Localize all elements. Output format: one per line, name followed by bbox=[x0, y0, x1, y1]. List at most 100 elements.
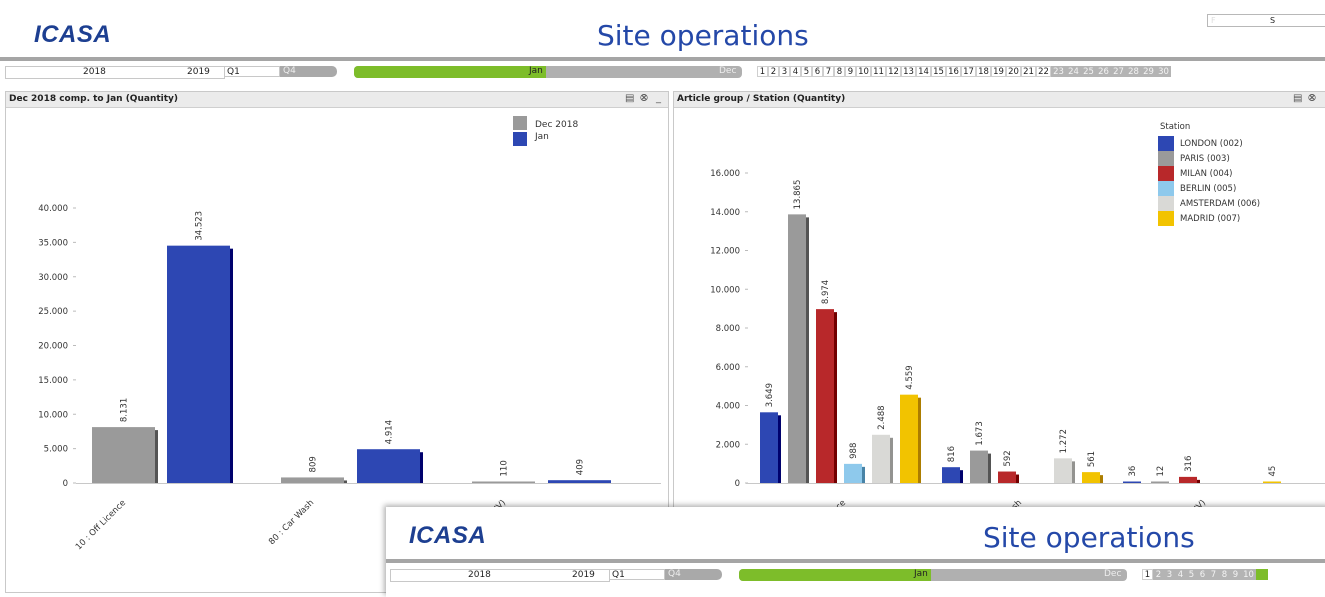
overlay-day-6[interactable]: 6 bbox=[1197, 569, 1208, 580]
overlay-icasa-logo: ICASA bbox=[409, 522, 487, 549]
legend-label: Jan bbox=[534, 132, 549, 142]
day-5[interactable]: 5 bbox=[801, 66, 812, 77]
day-27[interactable]: 27 bbox=[1111, 66, 1126, 77]
year-range-selector[interactable]: 2018 2019 bbox=[5, 66, 225, 79]
data-label: 592 bbox=[1003, 450, 1013, 466]
overlay-day-1[interactable]: 1 bbox=[1142, 569, 1153, 580]
top-right-toggle[interactable]: F S bbox=[1207, 14, 1325, 27]
export-icon[interactable]: ▤ bbox=[1293, 94, 1302, 104]
overlay-day-8[interactable]: 8 bbox=[1219, 569, 1230, 580]
legend-swatch bbox=[1158, 181, 1174, 196]
day-28[interactable]: 28 bbox=[1126, 66, 1141, 77]
legend-swatch bbox=[1158, 136, 1174, 151]
y-tick-label: 40.000 bbox=[38, 204, 68, 214]
quarter-q1[interactable]: Q1 bbox=[224, 66, 280, 77]
bar bbox=[788, 214, 806, 483]
day-13[interactable]: 13 bbox=[901, 66, 916, 77]
minimize-icon[interactable]: _ bbox=[656, 94, 661, 104]
overlay-quarter-q4[interactable]: Q4 bbox=[665, 569, 722, 580]
year-to[interactable]: 2019 bbox=[187, 67, 210, 77]
day-3[interactable]: 3 bbox=[779, 66, 790, 77]
export-icon[interactable]: ▤ bbox=[625, 94, 634, 104]
day-16[interactable]: 16 bbox=[946, 66, 961, 77]
overlay-day-2[interactable]: 2 bbox=[1153, 569, 1164, 580]
day-10[interactable]: 10 bbox=[856, 66, 871, 77]
data-label: 13.865 bbox=[793, 180, 803, 210]
day-11[interactable]: 11 bbox=[871, 66, 886, 77]
overlay-month-slider[interactable]: Jan Dec bbox=[739, 569, 1127, 581]
data-label: 3.649 bbox=[765, 383, 775, 407]
data-label: 409 bbox=[576, 459, 586, 475]
day-23[interactable]: 23 bbox=[1051, 66, 1066, 77]
quarter-q4[interactable]: Q4 bbox=[280, 66, 337, 77]
day-14[interactable]: 14 bbox=[916, 66, 931, 77]
day-4[interactable]: 4 bbox=[790, 66, 801, 77]
bar bbox=[167, 245, 230, 483]
day-29[interactable]: 29 bbox=[1141, 66, 1156, 77]
legend-swatch bbox=[513, 132, 527, 146]
day-17[interactable]: 17 bbox=[961, 66, 976, 77]
clear-selection-icon[interactable]: ⮿ bbox=[640, 94, 648, 104]
day-15[interactable]: 15 bbox=[931, 66, 946, 77]
filter-bar: 2018 2019 Q1 Q4 Jan Dec 1 2 3 4 5 6 7 8 9 10 11 12 1… bbox=[0, 66, 1325, 79]
y-tick-label: 16.000 bbox=[710, 169, 740, 179]
day-18[interactable]: 18 bbox=[976, 66, 991, 77]
legend-label: LONDON (002) bbox=[1180, 139, 1243, 149]
overlay-year-to[interactable]: 2019 bbox=[572, 570, 595, 580]
day-22[interactable]: 22 bbox=[1036, 66, 1051, 77]
data-label: 4.559 bbox=[905, 365, 915, 389]
day-24[interactable]: 24 bbox=[1066, 66, 1081, 77]
overlay-day-5[interactable]: 5 bbox=[1186, 569, 1197, 580]
y-tick-label: 10.000 bbox=[38, 410, 68, 420]
overlay-day-10[interactable]: 10 bbox=[1241, 569, 1256, 580]
legend-label: MADRID (007) bbox=[1180, 214, 1240, 224]
overlay-quarter-q1[interactable]: Q1 bbox=[609, 569, 665, 580]
y-tick-label: 0 bbox=[735, 479, 740, 489]
day-9[interactable]: 9 bbox=[845, 66, 856, 77]
day-21[interactable]: 21 bbox=[1021, 66, 1036, 77]
y-tick-label: 0 bbox=[63, 479, 68, 489]
bar bbox=[1123, 481, 1141, 483]
day-1[interactable]: 1 bbox=[757, 66, 768, 77]
header-divider bbox=[0, 57, 1325, 61]
day-8[interactable]: 8 bbox=[834, 66, 845, 77]
month-slider[interactable]: Jan Dec bbox=[354, 66, 742, 78]
panel-title: Dec 2018 comp. to Jan (Quantity) bbox=[9, 94, 179, 104]
month-last-label: Dec bbox=[719, 66, 737, 76]
day-25[interactable]: 25 bbox=[1081, 66, 1096, 77]
overlay-month-slider-fill bbox=[739, 569, 931, 581]
data-label: 809 bbox=[309, 456, 319, 472]
day-7[interactable]: 7 bbox=[823, 66, 834, 77]
x-category-label: 80 : Car Wash bbox=[267, 498, 316, 547]
data-label: 36 bbox=[1128, 466, 1138, 477]
day-20[interactable]: 20 bbox=[1006, 66, 1021, 77]
overlay-day-3[interactable]: 3 bbox=[1164, 569, 1175, 580]
bar bbox=[970, 450, 988, 483]
data-label: 12 bbox=[1156, 466, 1166, 477]
data-label: 1.673 bbox=[975, 421, 985, 445]
day-12[interactable]: 12 bbox=[886, 66, 901, 77]
day-19[interactable]: 19 bbox=[991, 66, 1006, 77]
overlay-day-4[interactable]: 4 bbox=[1175, 569, 1186, 580]
year-from[interactable]: 2018 bbox=[83, 67, 106, 77]
overlay-year-range-selector[interactable]: 2018 2019 bbox=[390, 569, 610, 582]
legend-swatch bbox=[513, 116, 527, 130]
y-tick-label: 35.000 bbox=[38, 238, 68, 248]
overlay-day-more[interactable] bbox=[1256, 569, 1268, 580]
bar bbox=[816, 309, 834, 483]
overlay-day-7[interactable]: 7 bbox=[1208, 569, 1219, 580]
panel-title: Article group / Station (Quantity) bbox=[677, 94, 846, 104]
overlay-divider bbox=[386, 559, 1325, 563]
overlay-day-9[interactable]: 9 bbox=[1230, 569, 1241, 580]
bar bbox=[942, 467, 960, 483]
day-26[interactable]: 26 bbox=[1096, 66, 1111, 77]
overlay-year-from[interactable]: 2018 bbox=[468, 570, 491, 580]
legend-label: PARIS (003) bbox=[1180, 154, 1230, 164]
day-2[interactable]: 2 bbox=[768, 66, 779, 77]
day-30[interactable]: 30 bbox=[1156, 66, 1171, 77]
icasa-logo: ICASA bbox=[34, 21, 112, 48]
day-6[interactable]: 6 bbox=[812, 66, 823, 77]
clear-selection-icon[interactable]: ⮿ bbox=[1308, 94, 1316, 104]
y-tick-label: 5.000 bbox=[44, 445, 68, 455]
bar bbox=[872, 434, 890, 483]
